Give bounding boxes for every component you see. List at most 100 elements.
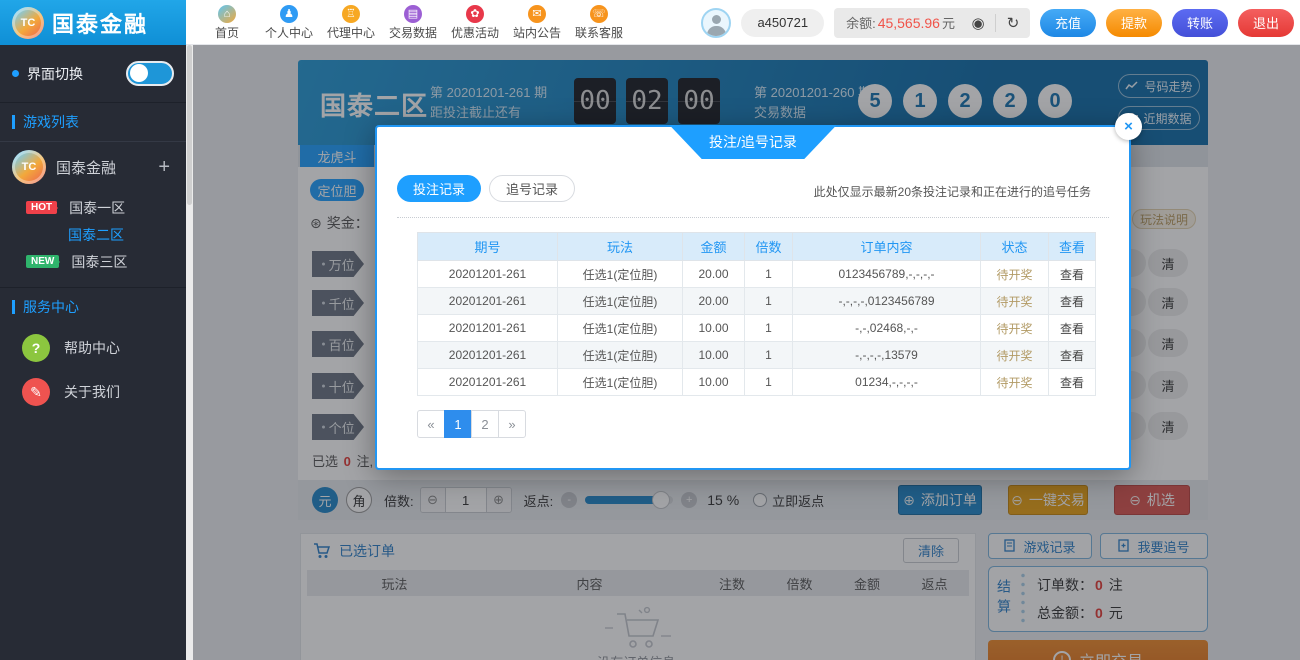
transfer-button[interactable]: 转账: [1172, 9, 1228, 37]
expand-plus-icon[interactable]: +: [154, 156, 174, 179]
deposit-button[interactable]: 充值: [1040, 9, 1096, 37]
nav-label: 个人中心: [265, 24, 313, 41]
sidebar-item-about-us[interactable]: ✎ 关于我们: [0, 370, 186, 414]
nav-label: 优惠活动: [451, 24, 499, 41]
col-playtype: 玩法: [558, 233, 683, 261]
brand-name: 国泰金融: [52, 7, 148, 39]
nav-home[interactable]: ⌂ 首页: [196, 0, 258, 45]
view-link[interactable]: 查看: [1049, 369, 1096, 396]
username: a450721: [741, 9, 824, 37]
cell-amount: 10.00: [683, 342, 745, 369]
scrollbar-thumb[interactable]: [187, 45, 192, 205]
modal-tabs: 投注记录 追号记录: [397, 175, 575, 202]
balance-unit: 元: [942, 13, 955, 32]
section-title: 游戏列表: [23, 112, 79, 132]
cell-multiple: 1: [745, 342, 793, 369]
section-bar: [12, 115, 15, 129]
main-nav: ⌂ 首页 ♟ 个人中心 ♖ 代理中心 ▤ 交易数据 ✿ 优惠活动 ✉ 站内公告: [196, 0, 630, 45]
view-link[interactable]: 查看: [1049, 315, 1096, 342]
nav-label: 站内公告: [513, 24, 561, 41]
cell-order-content: 01234,-,-,-,-: [793, 369, 981, 396]
cell-issue: 20201201-261: [418, 342, 558, 369]
refresh-balance-icon[interactable]: ↻: [996, 8, 1030, 38]
game-label: 国泰一区: [69, 198, 125, 218]
col-order-content: 订单内容: [793, 233, 981, 261]
page-1-button[interactable]: 1: [444, 410, 472, 438]
ui-toggle-row: 界面切换: [0, 45, 186, 103]
avatar[interactable]: [701, 8, 731, 38]
page-prev-button[interactable]: «: [417, 410, 445, 438]
gift-icon: ✿: [466, 5, 484, 23]
nav-trade-data[interactable]: ▤ 交易数据: [382, 0, 444, 45]
bet-records-modal: 投注/追号记录 × 投注记录 追号记录 此处仅显示最新20条投注记录和正在进行的…: [375, 125, 1131, 470]
nav-announcements[interactable]: ✉ 站内公告: [506, 0, 568, 45]
tab-bet-records[interactable]: 投注记录: [397, 175, 481, 202]
sidebar-item-zone2[interactable]: 国泰二区: [0, 221, 186, 248]
table-row: 20201201-261 任选1(定位胆) 10.00 1 01234,-,-,…: [418, 369, 1096, 396]
tab-chase-records[interactable]: 追号记录: [489, 175, 575, 202]
data-icon: ▤: [404, 5, 422, 23]
status-badge: 待开奖: [981, 315, 1049, 342]
sidebar-item-help-center[interactable]: ? 帮助中心: [0, 326, 186, 370]
table-row: 20201201-261 任选1(定位胆) 10.00 1 -,-,-,-,13…: [418, 342, 1096, 369]
section-service-center: 服务中心: [0, 288, 186, 326]
cell-playtype: 任选1(定位胆): [558, 315, 683, 342]
close-icon[interactable]: ×: [1115, 113, 1142, 140]
game-label: 国泰二区: [68, 225, 124, 245]
service-label: 关于我们: [64, 382, 120, 402]
balance-value: 45,565.96: [878, 15, 940, 31]
nav-promotions[interactable]: ✿ 优惠活动: [444, 0, 506, 45]
view-link[interactable]: 查看: [1049, 261, 1096, 288]
page-2-button[interactable]: 2: [471, 410, 499, 438]
main-content: 国泰二区 第 20201201-261 期 距投注截止还有 00 02 00 第…: [186, 45, 1300, 660]
table-row: 20201201-261 任选1(定位胆) 20.00 1 0123456789…: [418, 261, 1096, 288]
status-badge: 待开奖: [981, 369, 1049, 396]
nav-customer-service[interactable]: ☏ 联系客服: [568, 0, 630, 45]
pagination: « 1 2 »: [417, 410, 526, 438]
modal-note: 此处仅显示最新20条投注记录和正在进行的追号任务: [814, 183, 1091, 200]
app-window: TC 国泰金融 ⌂ 首页 ♟ 个人中心 ♖ 代理中心 ▤ 交易数据 ✿ 优惠活动: [0, 0, 1300, 660]
cell-order-content: -,-,02468,-,-: [793, 315, 981, 342]
balance-label: 余额:: [846, 13, 876, 32]
hot-badge: HOT: [26, 201, 57, 214]
cell-issue: 20201201-261: [418, 288, 558, 315]
col-view: 查看: [1049, 233, 1096, 261]
nav-agent-center[interactable]: ♖ 代理中心: [320, 0, 382, 45]
withdraw-button[interactable]: 提款: [1106, 9, 1162, 37]
cell-amount: 10.00: [683, 369, 745, 396]
bet-records-table: 期号 玩法 金额 倍数 订单内容 状态 查看 20201201-261 任选1(…: [417, 232, 1096, 396]
toggle-balance-visibility-icon[interactable]: ◉: [961, 8, 995, 38]
switch-knob: [130, 64, 148, 82]
home-icon: ⌂: [218, 5, 236, 23]
sidebar-item-zone1[interactable]: HOT 国泰一区: [0, 194, 186, 221]
headset-icon: ☏: [590, 5, 608, 23]
cell-playtype: 任选1(定位胆): [558, 342, 683, 369]
new-badge: NEW: [26, 255, 59, 268]
game-group[interactable]: TC 国泰金融 +: [0, 141, 186, 194]
nav-personal-center[interactable]: ♟ 个人中心: [258, 0, 320, 45]
view-link[interactable]: 查看: [1049, 342, 1096, 369]
user-area: a450721 余额: 45,565.96 元 ◉ ↻ 充值 提款 转账 退出: [701, 0, 1300, 45]
ui-toggle-switch[interactable]: [126, 61, 174, 86]
tc-logo-icon: TC: [12, 7, 44, 39]
logout-button[interactable]: 退出: [1238, 9, 1294, 37]
cell-amount: 10.00: [683, 315, 745, 342]
cell-amount: 20.00: [683, 288, 745, 315]
table-header-row: 期号 玩法 金额 倍数 订单内容 状态 查看: [418, 233, 1096, 261]
nav-label: 首页: [215, 24, 239, 41]
tc-logo-icon: TC: [12, 150, 46, 184]
status-badge: 待开奖: [981, 288, 1049, 315]
sidebar-item-zone3[interactable]: NEW 国泰三区: [0, 248, 186, 275]
col-multiple: 倍数: [745, 233, 793, 261]
page-next-button[interactable]: »: [498, 410, 526, 438]
service-label: 帮助中心: [64, 338, 120, 358]
cell-order-content: -,-,-,-,0123456789: [793, 288, 981, 315]
brand-logo[interactable]: TC 国泰金融: [0, 0, 186, 45]
nav-label: 代理中心: [327, 24, 375, 41]
vertical-scrollbar[interactable]: [186, 45, 193, 660]
view-link[interactable]: 查看: [1049, 288, 1096, 315]
nav-label: 交易数据: [389, 24, 437, 41]
table-row: 20201201-261 任选1(定位胆) 20.00 1 -,-,-,-,01…: [418, 288, 1096, 315]
ui-toggle-label: 界面切换: [27, 64, 126, 84]
dot-icon: [12, 70, 19, 77]
